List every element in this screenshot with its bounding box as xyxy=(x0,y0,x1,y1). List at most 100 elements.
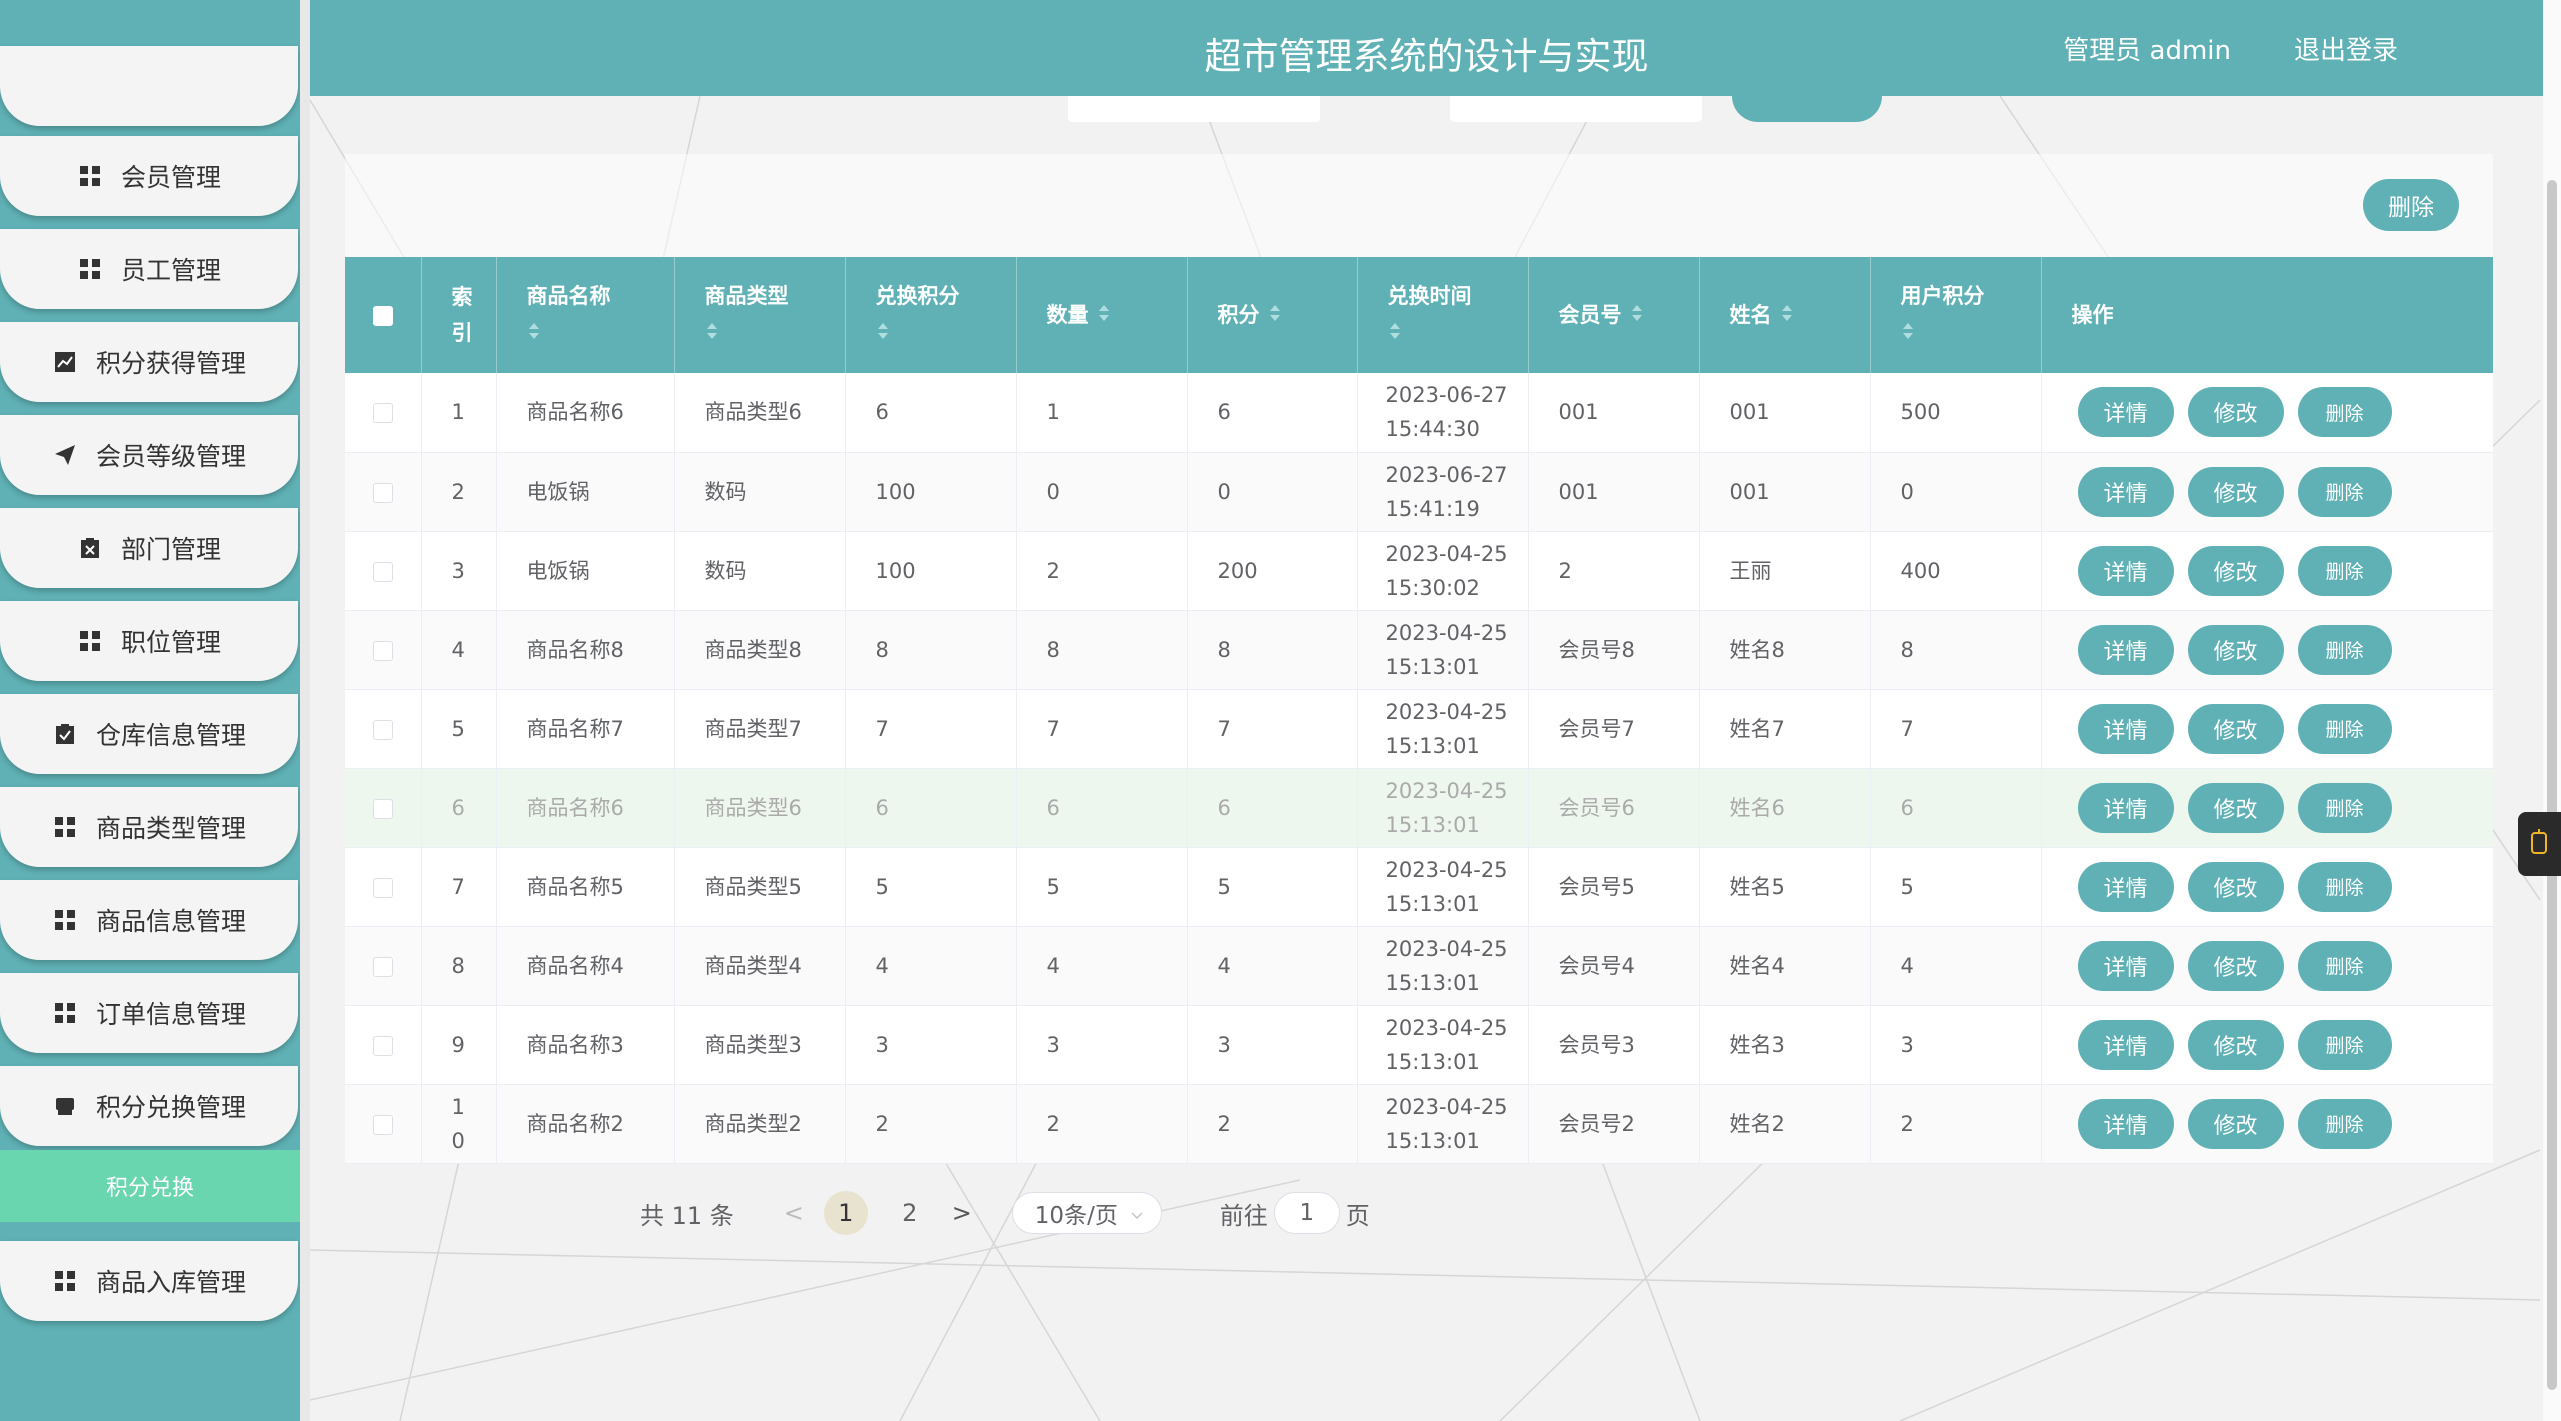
row-select-cell[interactable] xyxy=(345,531,422,611)
search-input-type[interactable] xyxy=(1450,96,1702,122)
sidebar-item-stock-in[interactable]: 商品入库管理 xyxy=(0,1241,298,1321)
row-select-cell[interactable] xyxy=(345,373,422,453)
sort-icon[interactable] xyxy=(1268,298,1282,334)
detail-button[interactable]: 详情 xyxy=(2077,1098,2174,1149)
pagination-next-button[interactable]: > xyxy=(942,1199,982,1227)
sidebar-item-product-type[interactable]: 商品类型管理 xyxy=(0,787,298,867)
detail-button[interactable]: 详情 xyxy=(2077,545,2174,596)
delete-button[interactable]: 删除 xyxy=(2297,545,2392,596)
header-time[interactable]: 兑换时间 xyxy=(1357,257,1529,373)
sort-icon[interactable] xyxy=(1901,316,2041,352)
row-select-cell[interactable] xyxy=(345,1005,422,1085)
sort-icon[interactable] xyxy=(1780,298,1794,334)
sort-icon[interactable] xyxy=(1097,298,1111,334)
detail-button[interactable]: 详情 xyxy=(2077,387,2174,438)
row-select-cell[interactable] xyxy=(345,1084,422,1164)
delete-button[interactable]: 删除 xyxy=(2297,703,2392,754)
delete-button[interactable]: 删除 xyxy=(2297,861,2392,912)
search-input-name[interactable] xyxy=(1068,96,1320,122)
row-select-cell[interactable] xyxy=(345,610,422,690)
table-row[interactable]: 6 商品名称6 商品类型6 6 6 6 2023-04-25 15:13:01 会员号6 姓名6… xyxy=(345,768,2493,848)
row-checkbox[interactable] xyxy=(372,403,393,424)
table-row[interactable]: 8 商品名称4 商品类型4 4 4 4 2023-04-25 15:13:01 会员号4 姓名4… xyxy=(345,926,2493,1006)
detail-button[interactable]: 详情 xyxy=(2077,861,2174,912)
row-select-cell[interactable] xyxy=(345,768,422,848)
table-row[interactable]: 7 商品名称5 商品类型5 5 5 5 2023-04-25 15:13:01 会员号5 姓名5… xyxy=(345,847,2493,927)
sidebar-item-warehouse[interactable]: 仓库信息管理 xyxy=(0,694,298,774)
delete-button[interactable]: 删除 xyxy=(2297,1019,2392,1070)
search-button[interactable] xyxy=(1732,96,1882,122)
edit-button[interactable]: 修改 xyxy=(2187,703,2284,754)
header-user-points[interactable]: 用户积分 xyxy=(1870,257,2042,373)
sidebar-item-product-info[interactable]: 商品信息管理 xyxy=(0,880,298,960)
goto-page-input[interactable] xyxy=(1273,1192,1340,1234)
submenu-item-points-exchange[interactable]: 积分兑换 xyxy=(0,1150,300,1222)
delete-button[interactable]: 删除 xyxy=(2297,1098,2392,1149)
table-row[interactable]: 1 商品名称6 商品类型6 6 1 6 2023-06-27 15:44:30 001 001 5… xyxy=(345,373,2493,453)
row-checkbox[interactable] xyxy=(372,1114,393,1135)
select-all-checkbox[interactable] xyxy=(372,306,393,326)
batch-delete-button[interactable]: 删除 xyxy=(2363,179,2459,231)
sidebar-item-staff[interactable]: 员工管理 xyxy=(0,229,298,309)
page-size-select[interactable]: 10条/页 xyxy=(1011,1192,1162,1234)
logout-link[interactable]: 退出登录 xyxy=(2294,30,2398,67)
table-row[interactable]: 4 商品名称8 商品类型8 8 8 8 2023-04-25 15:13:01 会员号8 姓名8… xyxy=(345,610,2493,690)
sidebar-item-order[interactable]: 订单信息管理 xyxy=(0,973,298,1053)
header-qty[interactable]: 数量 xyxy=(1016,257,1188,373)
delete-button[interactable]: 删除 xyxy=(2297,624,2392,675)
detail-button[interactable]: 详情 xyxy=(2077,1019,2174,1070)
sort-icon[interactable] xyxy=(1630,298,1644,334)
pagination-page-1[interactable]: 1 xyxy=(823,1191,868,1235)
select-all-cell[interactable] xyxy=(345,257,422,373)
sidebar-item-points-exchange[interactable]: 积分兑换管理 xyxy=(0,1066,298,1146)
sort-icon[interactable] xyxy=(876,316,1016,352)
sort-icon[interactable] xyxy=(1388,316,1528,352)
row-select-cell[interactable] xyxy=(345,926,422,1006)
detail-button[interactable]: 详情 xyxy=(2077,624,2174,675)
edit-button[interactable]: 修改 xyxy=(2187,1098,2284,1149)
detail-button[interactable]: 详情 xyxy=(2077,782,2174,833)
page-scrollbar-thumb[interactable] xyxy=(2547,180,2557,1390)
delete-button[interactable]: 删除 xyxy=(2297,940,2392,991)
header-points-cost[interactable]: 兑换积分 xyxy=(845,257,1017,373)
sidebar-item-position[interactable]: 职位管理 xyxy=(0,601,298,681)
row-checkbox[interactable] xyxy=(372,798,393,819)
edit-button[interactable]: 修改 xyxy=(2187,466,2284,517)
sidebar-item-hidden-top[interactable] xyxy=(0,46,298,126)
table-row[interactable]: 10 商品名称2 商品类型2 2 2 2 2023-04-25 15:13:01 会员号2 姓名… xyxy=(345,1084,2493,1164)
header-member-name[interactable]: 姓名 xyxy=(1699,257,1871,373)
edit-button[interactable]: 修改 xyxy=(2187,545,2284,596)
row-checkbox[interactable] xyxy=(372,719,393,740)
row-select-cell[interactable] xyxy=(345,847,422,927)
row-select-cell[interactable] xyxy=(345,689,422,769)
detail-button[interactable]: 详情 xyxy=(2077,703,2174,754)
sort-icon[interactable] xyxy=(705,316,845,352)
row-checkbox[interactable] xyxy=(372,956,393,977)
row-checkbox[interactable] xyxy=(372,640,393,661)
detail-button[interactable]: 详情 xyxy=(2077,466,2174,517)
edit-button[interactable]: 修改 xyxy=(2187,940,2284,991)
row-checkbox[interactable] xyxy=(372,877,393,898)
table-row[interactable]: 3 电饭锅 数码 100 2 200 2023-04-25 15:30:02 2 王丽 400 详情… xyxy=(345,531,2493,611)
edit-button[interactable]: 修改 xyxy=(2187,782,2284,833)
detail-button[interactable]: 详情 xyxy=(2077,940,2174,991)
pagination-prev-button[interactable]: < xyxy=(774,1199,814,1227)
row-select-cell[interactable] xyxy=(345,452,422,532)
delete-button[interactable]: 删除 xyxy=(2297,466,2392,517)
edit-button[interactable]: 修改 xyxy=(2187,861,2284,912)
row-checkbox[interactable] xyxy=(372,1035,393,1056)
delete-button[interactable]: 删除 xyxy=(2297,782,2392,833)
table-row[interactable]: 9 商品名称3 商品类型3 3 3 3 2023-04-25 15:13:01 会员号3 姓名3… xyxy=(345,1005,2493,1085)
sidebar-item-points-earn[interactable]: 积分获得管理 xyxy=(0,322,298,402)
edit-button[interactable]: 修改 xyxy=(2187,624,2284,675)
table-row[interactable]: 5 商品名称7 商品类型7 7 7 7 2023-04-25 15:13:01 会员号7 姓名7… xyxy=(345,689,2493,769)
header-name[interactable]: 商品名称 xyxy=(496,257,675,373)
row-checkbox[interactable] xyxy=(372,482,393,503)
sidebar-item-department[interactable]: 部门管理 xyxy=(0,508,298,588)
header-points[interactable]: 积分 xyxy=(1187,257,1358,373)
header-member-no[interactable]: 会员号 xyxy=(1528,257,1700,373)
sort-icon[interactable] xyxy=(527,316,674,352)
floating-widget[interactable] xyxy=(2518,812,2561,876)
header-type[interactable]: 商品类型 xyxy=(674,257,846,373)
sidebar-item-member-level[interactable]: 会员等级管理 xyxy=(0,415,298,495)
